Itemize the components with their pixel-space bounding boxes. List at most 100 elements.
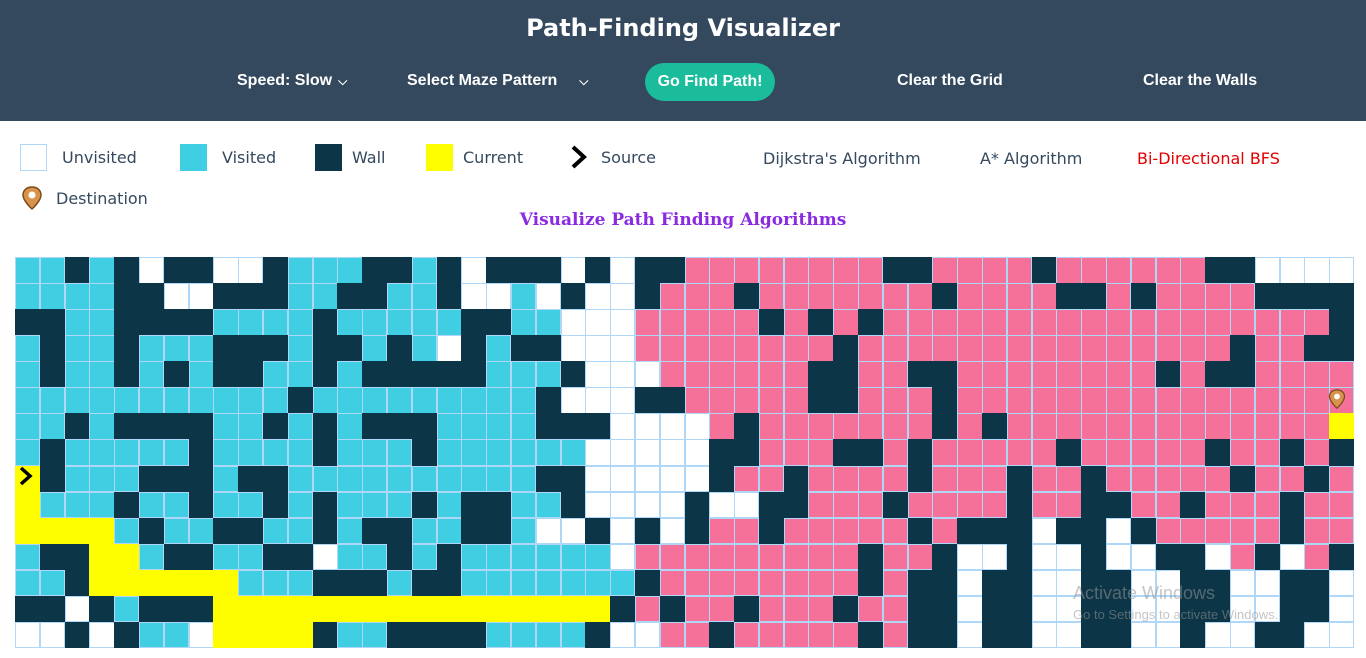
visited-cell[interactable] — [411, 517, 438, 545]
visited-cell[interactable] — [659, 569, 685, 597]
unvisited-cell[interactable] — [684, 413, 710, 440]
visited-cell[interactable] — [510, 361, 537, 388]
wall-cell[interactable] — [907, 517, 933, 545]
visited-cell[interactable] — [858, 595, 884, 623]
visited-cell[interactable] — [411, 309, 438, 336]
unvisited-cell[interactable] — [1106, 543, 1132, 571]
wall-cell[interactable] — [1056, 283, 1082, 310]
visited-cell[interactable] — [1180, 517, 1206, 545]
visited-cell[interactable] — [585, 543, 611, 571]
visited-cell[interactable] — [64, 309, 90, 336]
wall-cell[interactable] — [163, 465, 190, 493]
visited-cell[interactable] — [1205, 335, 1231, 362]
unvisited-cell[interactable] — [585, 387, 611, 414]
wall-cell[interactable] — [1006, 543, 1033, 571]
wall-cell[interactable] — [808, 361, 834, 388]
unvisited-cell[interactable] — [1031, 621, 1057, 649]
visited-cell[interactable] — [138, 621, 165, 649]
unvisited-cell[interactable] — [610, 439, 636, 467]
visited-cell[interactable] — [1254, 439, 1281, 467]
visited-cell[interactable] — [486, 621, 512, 649]
wall-cell[interactable] — [808, 309, 834, 336]
visited-cell[interactable] — [1279, 465, 1305, 493]
path-cell[interactable] — [238, 621, 264, 649]
visited-cell[interactable] — [510, 439, 537, 467]
visited-cell[interactable] — [1230, 283, 1256, 310]
unvisited-cell[interactable] — [585, 439, 611, 467]
visited-cell[interactable] — [436, 517, 462, 545]
visited-cell[interactable] — [758, 257, 785, 284]
path-cell[interactable] — [188, 569, 214, 597]
visited-cell[interactable] — [486, 335, 512, 362]
visited-cell[interactable] — [114, 595, 140, 623]
wall-cell[interactable] — [1130, 283, 1157, 310]
visited-cell[interactable] — [1006, 387, 1033, 414]
wall-cell[interactable] — [709, 465, 735, 493]
visited-cell[interactable] — [386, 569, 413, 597]
wall-cell[interactable] — [734, 283, 760, 310]
wall-cell[interactable] — [64, 257, 90, 284]
path-cell[interactable] — [262, 621, 289, 649]
wall-cell[interactable] — [535, 387, 561, 414]
wall-cell[interactable] — [411, 621, 438, 649]
visited-cell[interactable] — [808, 283, 834, 310]
wall-cell[interactable] — [1304, 335, 1330, 362]
unvisited-cell[interactable] — [64, 595, 90, 623]
visited-cell[interactable] — [213, 413, 239, 440]
wall-cell[interactable] — [163, 361, 190, 388]
wall-cell[interactable] — [1006, 517, 1033, 545]
wall-cell[interactable] — [15, 309, 41, 336]
wall-cell[interactable] — [411, 569, 438, 597]
unvisited-cell[interactable] — [1155, 621, 1181, 649]
visited-cell[interactable] — [734, 465, 760, 493]
visited-cell[interactable] — [833, 543, 859, 571]
visited-cell[interactable] — [114, 439, 140, 467]
visited-cell[interactable] — [634, 543, 661, 571]
visited-cell[interactable] — [709, 517, 735, 545]
visited-cell[interactable] — [362, 439, 388, 467]
visited-cell[interactable] — [1006, 257, 1033, 284]
wall-cell[interactable] — [535, 335, 561, 362]
wall-cell[interactable] — [982, 595, 1008, 623]
unvisited-cell[interactable] — [957, 569, 983, 597]
path-cell[interactable] — [89, 543, 115, 571]
visited-cell[interactable] — [659, 361, 685, 388]
visited-cell[interactable] — [138, 543, 165, 571]
visited-cell[interactable] — [907, 309, 933, 336]
visited-cell[interactable] — [188, 517, 214, 545]
visited-cell[interactable] — [287, 361, 314, 388]
visited-cell[interactable] — [1081, 413, 1107, 440]
visited-cell[interactable] — [808, 621, 834, 649]
wall-cell[interactable] — [1180, 543, 1206, 571]
wall-cell[interactable] — [1279, 283, 1305, 310]
unvisited-cell[interactable] — [535, 517, 561, 545]
visited-cell[interactable] — [932, 439, 958, 467]
visited-cell[interactable] — [758, 413, 785, 440]
wall-cell[interactable] — [659, 595, 685, 623]
wall-cell[interactable] — [1279, 439, 1305, 467]
visited-cell[interactable] — [163, 387, 190, 414]
unvisited-cell[interactable] — [610, 543, 636, 571]
visited-cell[interactable] — [39, 283, 66, 310]
wall-cell[interactable] — [262, 283, 289, 310]
visited-cell[interactable] — [411, 465, 438, 493]
unvisited-cell[interactable] — [585, 283, 611, 310]
visited-cell[interactable] — [362, 491, 388, 519]
visited-cell[interactable] — [1106, 439, 1132, 467]
visited-cell[interactable] — [1180, 413, 1206, 440]
visited-cell[interactable] — [461, 413, 487, 440]
wall-cell[interactable] — [411, 491, 438, 519]
wall-cell[interactable] — [1230, 361, 1256, 388]
unvisited-cell[interactable] — [1279, 543, 1305, 571]
visited-cell[interactable] — [858, 491, 884, 519]
visited-cell[interactable] — [957, 491, 983, 519]
visited-cell[interactable] — [89, 439, 115, 467]
wall-cell[interactable] — [1081, 491, 1107, 519]
wall-cell[interactable] — [907, 465, 933, 493]
visited-cell[interactable] — [734, 517, 760, 545]
visited-cell[interactable] — [1081, 257, 1107, 284]
wall-cell[interactable] — [213, 517, 239, 545]
wall-cell[interactable] — [386, 621, 413, 649]
wall-cell[interactable] — [982, 517, 1008, 545]
wall-cell[interactable] — [1130, 517, 1157, 545]
